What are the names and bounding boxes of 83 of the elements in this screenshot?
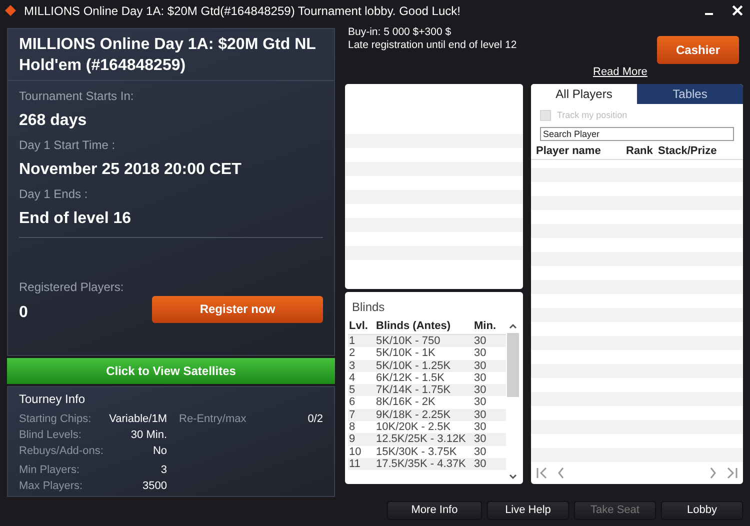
column-header: Lvl. — [348, 318, 369, 334]
field-label: Tournament Starts In: — [19, 88, 135, 105]
table-cell-text: 15K/30K - 3.75K — [376, 446, 458, 458]
table-cell-text: 9 — [348, 433, 356, 446]
tourney-info-title: Tourney Info — [19, 390, 86, 408]
cashier-button[interactable]: Cashier — [657, 36, 739, 64]
table-cell: 30 — [474, 396, 486, 409]
info-label: Min Players: — [19, 462, 80, 478]
blinds-title: Blinds — [351, 298, 386, 316]
table-cell-text: 17.5K/35K - 4.37K — [376, 458, 467, 470]
window-title: MILLIONS Online Day 1A: $20M Gtd(#164848259) Tournament lobby. Good Luck! — [24, 2, 462, 20]
table-cell-text: 8 — [348, 421, 356, 434]
scroll-up-icon[interactable] — [509, 322, 517, 329]
table-cell: 30 — [474, 458, 486, 470]
table-cell-text: 5K/10K - 1K — [376, 347, 436, 360]
table-cell-text: 7K/14K - 1.75K — [376, 384, 452, 396]
table-cell: 30 — [474, 347, 486, 360]
info-label: Re-Entry/max — [179, 412, 246, 427]
field-value: End of level 16 — [19, 208, 132, 229]
table-cell-text: 6 — [348, 396, 356, 409]
table-cell: 30 — [474, 421, 486, 434]
last-page-icon[interactable] — [725, 467, 738, 480]
info-value: 30 Min. — [130, 428, 167, 443]
tournament-title: MILLIONS Online Day 1A: $20M Gtd NL Hold'em (#164848259) — [8, 28, 334, 81]
register-button[interactable]: Register now — [152, 296, 323, 323]
logo-icon — [5, 5, 16, 16]
footer-button[interactable]: More Info — [387, 500, 482, 520]
info-label: Max Players: — [19, 478, 83, 494]
column-header: Min. — [474, 318, 496, 334]
table-cell-text: 8K/16K - 2K — [376, 396, 436, 409]
column-header: Blinds (Antes) — [376, 318, 452, 334]
first-page-icon[interactable] — [536, 467, 549, 480]
registered-label: Registered Players: — [19, 278, 125, 296]
buy-in-text: Buy-in: 5 000 $+300 $ — [348, 26, 452, 39]
table-cell-text: 6K/12K - 1.5K — [376, 372, 446, 384]
info-label: Rebuys/Add-ons: — [19, 444, 104, 459]
previous-page-icon[interactable] — [557, 467, 565, 480]
table-cell: 30 — [474, 360, 486, 372]
column-header: Rank — [626, 144, 654, 160]
table-cell-text: 4 — [348, 372, 356, 384]
late-registration-text: Late registration until end of level 12 — [348, 38, 518, 52]
info-label: Blind Levels: — [19, 428, 82, 443]
next-page-icon[interactable] — [709, 467, 717, 480]
info-value: 3500 — [142, 478, 167, 494]
info-value: 3 — [160, 462, 167, 478]
table-cell: 30 — [474, 334, 486, 348]
table-cell-text: 9K/18K - 2.25K — [376, 408, 452, 422]
table-cell-text: 1 — [348, 334, 356, 348]
footer-button[interactable]: Live Help — [487, 500, 569, 520]
table-cell-text: 10 — [348, 446, 362, 458]
checkbox-label: Track my position — [557, 109, 628, 122]
table-cell-text: 5 — [348, 384, 356, 396]
table-cell-text: 2 — [348, 347, 356, 360]
info-label: Starting Chips: — [19, 412, 92, 427]
table-cell: 30 — [474, 433, 486, 446]
table-cell: 30 — [474, 446, 486, 458]
scroll-down-icon[interactable] — [509, 474, 517, 480]
info-value: 0/2 — [308, 412, 323, 427]
table-cell: 30 — [474, 372, 486, 384]
field-value: November 25 2018 20:00 CET — [19, 160, 242, 180]
table-cell-text: 12.5K/25K - 3.12K — [376, 433, 467, 446]
table-cell-text: 7 — [348, 408, 356, 422]
footer-button[interactable]: Lobby — [661, 500, 743, 520]
table-cell-text: 5K/10K - 750 — [376, 334, 442, 348]
info-value: No — [152, 444, 167, 459]
field-label: Day 1 Start Time : — [19, 136, 116, 154]
info-value: Variable/1M — [109, 412, 167, 427]
table-cell-text: 5K/10K - 1.25K — [376, 360, 452, 372]
table-cell: 30 — [474, 384, 486, 396]
read-more-link[interactable]: Read More — [593, 64, 648, 80]
column-header: Player name — [536, 144, 602, 160]
field-label: Day 1 Ends : — [19, 186, 89, 203]
search-field[interactable]: Search Player — [540, 126, 734, 142]
close-icon[interactable] — [732, 5, 743, 16]
table-cell-text: 3 — [348, 360, 356, 372]
column-header: Stack/Prize — [658, 144, 717, 160]
table-cell: 30 — [474, 408, 486, 422]
field-value: 268 days — [19, 110, 88, 131]
scroll-thumb[interactable] — [507, 332, 519, 397]
registered-count: 0 — [19, 302, 29, 323]
tab[interactable]: Tables — [637, 84, 743, 104]
table-cell-text: 11 — [348, 458, 362, 470]
table-cell-text: 10K/20K - 2.5K — [376, 421, 452, 434]
